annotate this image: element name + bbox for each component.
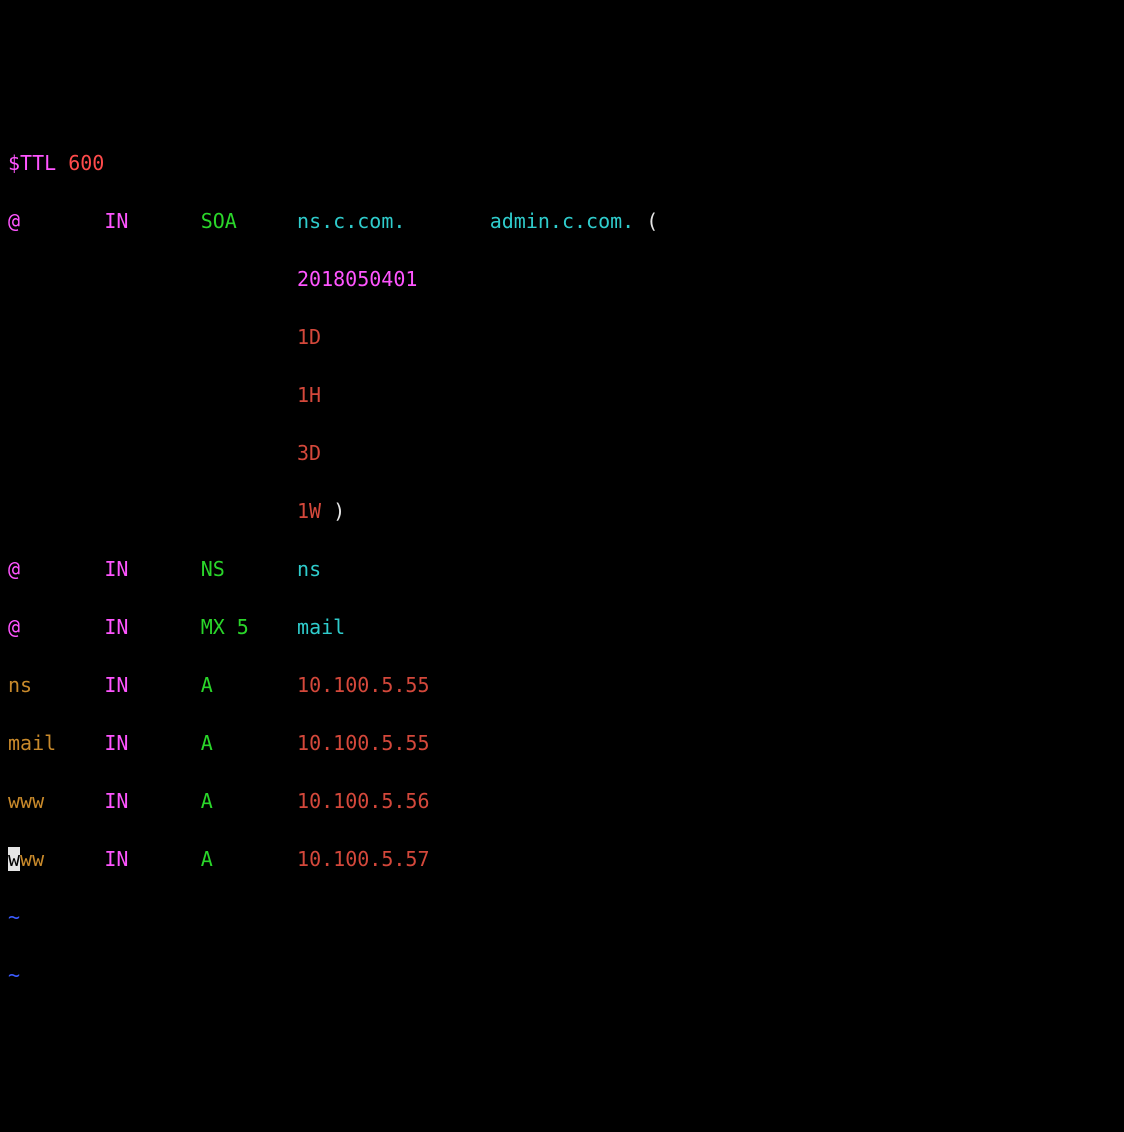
- soa-serial: 2018050401: [297, 267, 417, 291]
- record-name: @: [8, 557, 20, 581]
- record-value: 10.100.5.55: [297, 731, 429, 755]
- record-row: mail IN A 10.100.5.55: [8, 729, 1116, 758]
- record-row: @ IN MX 5 mail: [8, 613, 1116, 642]
- soa-retry: 1H: [297, 383, 321, 407]
- soa-serial-line: 2018050401: [8, 265, 1116, 294]
- record-type: MX 5: [201, 615, 249, 639]
- ttl-value: 600: [68, 151, 104, 175]
- paren-open: (: [646, 209, 658, 233]
- record-row: www IN A 10.100.5.56: [8, 787, 1116, 816]
- ttl-line: $TTL 600: [8, 149, 1116, 178]
- soa-line: @ IN SOA ns.c.com. admin.c.com. (: [8, 207, 1116, 236]
- soa-refresh-line: 1D: [8, 323, 1116, 352]
- record-class: IN: [104, 615, 128, 639]
- record-type: SOA: [201, 209, 237, 233]
- soa-retry-line: 1H: [8, 381, 1116, 410]
- record-class: IN: [104, 557, 128, 581]
- record-type: A: [201, 673, 213, 697]
- cursor: w: [8, 847, 20, 871]
- record-class: IN: [104, 731, 128, 755]
- soa-refresh: 1D: [297, 325, 321, 349]
- empty-line-tilde: ~: [8, 961, 1116, 990]
- soa-admin: admin.c.com.: [490, 209, 635, 233]
- record-name: @: [8, 209, 20, 233]
- record-name: @: [8, 615, 20, 639]
- record-value: mail: [297, 615, 345, 639]
- record-type: NS: [201, 557, 225, 581]
- soa-expire: 3D: [297, 441, 321, 465]
- record-type: A: [201, 847, 213, 871]
- record-class: IN: [104, 673, 128, 697]
- soa-minimum-line: 1W ): [8, 497, 1116, 526]
- record-class: IN: [104, 209, 128, 233]
- ttl-directive: $TTL: [8, 151, 56, 175]
- empty-line-tilde: ~: [8, 903, 1116, 932]
- record-value: ns: [297, 557, 321, 581]
- record-type: A: [201, 789, 213, 813]
- record-row: www IN A 10.100.5.57: [8, 845, 1116, 874]
- record-name-rest: ww: [20, 847, 44, 871]
- record-value: 10.100.5.55: [297, 673, 429, 697]
- record-name: mail: [8, 731, 56, 755]
- record-row: @ IN NS ns: [8, 555, 1116, 584]
- record-value: 10.100.5.57: [297, 847, 429, 871]
- record-value: 10.100.5.56: [297, 789, 429, 813]
- record-class: IN: [104, 789, 128, 813]
- record-row: ns IN A 10.100.5.55: [8, 671, 1116, 700]
- soa-ns: ns.c.com.: [297, 209, 405, 233]
- record-type: A: [201, 731, 213, 755]
- soa-expire-line: 3D: [8, 439, 1116, 468]
- soa-minimum: 1W: [297, 499, 321, 523]
- record-name: ns: [8, 673, 32, 697]
- record-name: www: [8, 789, 44, 813]
- editor-content[interactable]: $TTL 600 @ IN SOA ns.c.com. admin.c.com.…: [8, 120, 1116, 1019]
- record-class: IN: [104, 847, 128, 871]
- paren-close: ): [333, 499, 345, 523]
